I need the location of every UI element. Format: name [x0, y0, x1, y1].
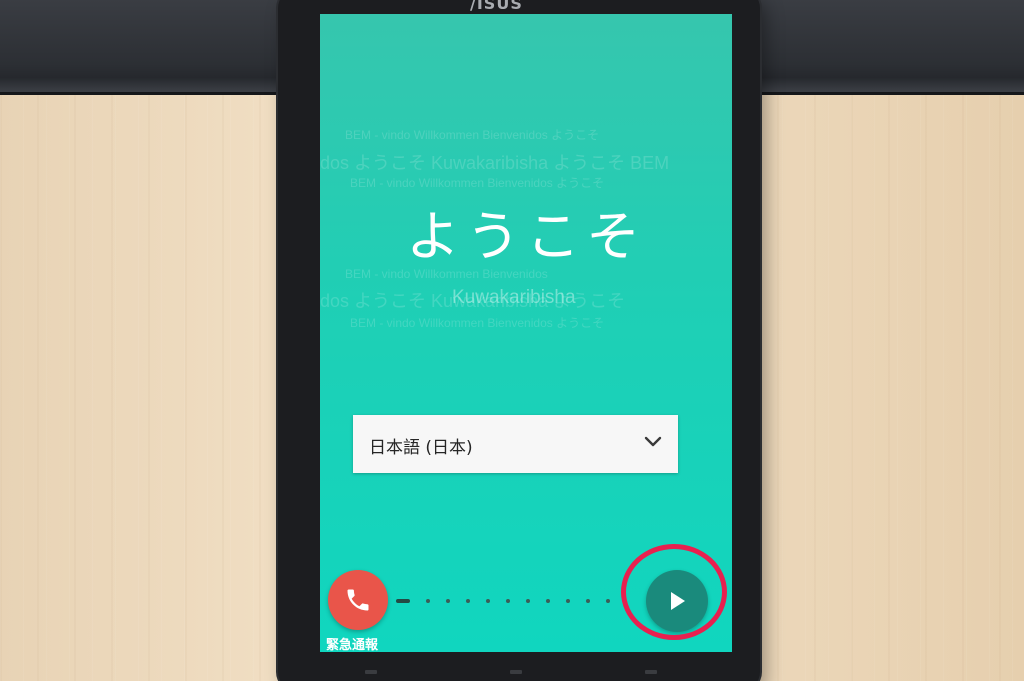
progress-step-dot: [546, 599, 550, 603]
progress-step-dot: [526, 599, 530, 603]
annotation-highlight-ring: [621, 544, 727, 640]
welcome-background-text: BEM - vindo Willkommen Bienvenidos: [345, 267, 548, 281]
nav-bar-edge: [510, 670, 522, 674]
setup-progress-indicator: [396, 598, 614, 604]
nav-bar-edge: [365, 670, 377, 674]
welcome-background-text: BEM - vindo Willkommen Bienvenidos ようこそ: [350, 176, 605, 190]
welcome-background-text: BEM - vindo Willkommen Bienvenidos ようこそ: [345, 128, 600, 142]
chevron-down-icon: [644, 436, 662, 447]
progress-step-dot: [426, 599, 430, 603]
nav-bar-edge: [645, 670, 657, 674]
progress-step-dot: [606, 599, 610, 603]
progress-step-dot: [466, 599, 470, 603]
welcome-title: ようこそ: [406, 205, 646, 268]
language-dropdown[interactable]: 日本語 (日本): [353, 415, 678, 473]
progress-step-dot: [486, 599, 490, 603]
emergency-call-label: 緊急通報: [326, 638, 379, 652]
phone-icon: [347, 589, 369, 611]
progress-step-dot: [586, 599, 590, 603]
progress-step-dot: [506, 599, 510, 603]
welcome-background-text: dos ようこそ Kuwakaribisha ようこそ BEM: [320, 153, 670, 173]
welcome-highlight-word: Kuwakaribisha: [452, 287, 576, 308]
emergency-call-button[interactable]: [328, 570, 388, 630]
progress-step-dot: [566, 599, 570, 603]
brand-logo: /ISUS: [470, 0, 523, 13]
language-dropdown-value: 日本語 (日本): [369, 438, 473, 458]
progress-step-dot: [446, 599, 450, 603]
photo-scene: /ISUS BEM - vindo Willkommen Bienvenidos…: [0, 0, 1024, 681]
progress-current-step: [396, 599, 410, 603]
welcome-background-text: BEM - vindo Willkommen Bienvenidos ようこそ: [350, 316, 605, 330]
